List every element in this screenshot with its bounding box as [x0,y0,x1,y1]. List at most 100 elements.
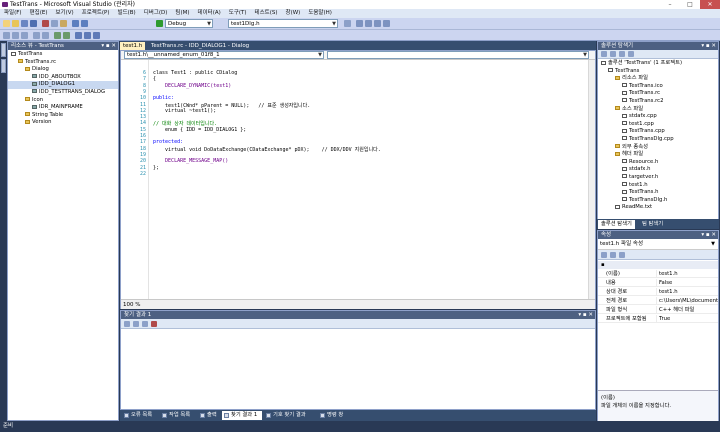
refresh-icon[interactable] [619,51,625,57]
uncomment-icon[interactable] [63,32,70,39]
menu-file[interactable]: 파일(F) [0,9,26,18]
tree-item[interactable]: TestTrans.cpp [598,128,718,136]
configuration-combo[interactable]: Debug ▼ [165,19,213,28]
properties-window-icon[interactable] [365,20,372,27]
menu-build[interactable]: 빌드(B) [114,9,140,18]
code-editor[interactable]: test1.h\__unnamed_enum_01f8_1 ▼ ▼ 6 7 8 9 10 1… [120,50,596,309]
tree-item[interactable]: TestTrans [8,51,118,59]
go-to-location-icon[interactable] [124,321,130,327]
next-location-icon[interactable] [142,321,148,327]
code-line[interactable]: }; [153,165,159,171]
clear-all-icon[interactable] [151,321,157,327]
tree-item[interactable]: IDD_DIALOG1 [8,81,118,89]
toolbox-tab[interactable] [1,59,6,73]
redo-icon[interactable] [81,20,88,27]
menu-team[interactable]: 팀(M) [171,9,193,18]
minimize-button[interactable]: – [660,0,680,9]
increase-indent-icon[interactable] [42,32,49,39]
maximize-button[interactable]: □ [680,0,700,9]
tree-item[interactable]: test1.cpp [598,121,718,129]
tree-item[interactable]: 솔루션 'TestTrans' (1 프로젝트) [598,60,718,68]
tab-find-results-1[interactable]: 찾기 결과 1 [222,411,262,420]
tree-item[interactable]: 소스 파일 [598,106,718,114]
tree-item[interactable]: Dialog [8,66,118,74]
save-all-icon[interactable] [30,20,37,27]
member-combo[interactable]: ▼ [327,51,589,59]
solution-explorer-icon[interactable] [356,20,363,27]
tab-output[interactable]: 출력 [198,411,220,420]
close-button[interactable]: ✕ [700,0,720,9]
property-category-misc[interactable]: ▪ [598,261,718,269]
previous-bookmark-icon[interactable] [84,32,91,39]
code-line[interactable]: DECLARE_MESSAGE_MAP() [153,158,228,164]
categorized-icon[interactable] [601,252,607,258]
tab-find-symbol-results[interactable]: 기호 찾기 결과 [264,411,316,420]
tree-item[interactable]: TestTransDlg.h [598,197,718,205]
code-line[interactable]: DECLARE_DYNAMIC(test1) [153,83,231,89]
tree-item[interactable]: 헤더 파일 [598,151,718,159]
menu-edit[interactable]: 편집(E) [26,9,52,18]
menu-help[interactable]: 도움말(H) [304,9,336,18]
save-icon[interactable] [21,20,28,27]
find-in-files-icon[interactable] [344,20,351,27]
view-class-diagram-icon[interactable] [628,51,634,57]
property-value[interactable]: True [656,315,718,323]
show-all-files-icon[interactable] [610,51,616,57]
tab-solution-explorer[interactable]: 솔루션 탐색기 [598,220,635,229]
tree-item[interactable]: String Table [8,112,118,120]
properties-object-selector[interactable]: test1.h 파일 속성 ▼ [598,239,718,250]
pane-buttons[interactable]: ▾ ▪ ✕ [578,311,593,319]
alphabetical-icon[interactable] [610,252,616,258]
menu-tools[interactable]: 도구(T) [225,9,251,18]
property-row[interactable]: 상대 경로 test1.h [598,288,718,296]
code-line[interactable]: class Test1 : public CDialog [153,70,237,76]
property-value[interactable]: C++ 헤더 파일 [656,306,718,314]
paste-icon[interactable] [60,20,67,27]
previous-location-icon[interactable] [133,321,139,327]
property-row[interactable]: 프로젝트에 포함됨 True [598,315,718,323]
menu-debug[interactable]: 디버그(D) [140,9,172,18]
tree-item[interactable]: IDR_MAINFRAME [8,104,118,112]
tree-item[interactable]: targetver.h [598,174,718,182]
tree-item[interactable]: TestTrans.rc [8,59,118,67]
menu-view[interactable]: 보기(V) [51,9,77,18]
property-row[interactable]: 내용 False [598,279,718,287]
pane-buttons[interactable]: ▾ ▪ ✕ [701,42,716,50]
code-line[interactable]: enum { IDD = IDD_DIALOG1 }; [153,127,246,133]
start-debugging-icon[interactable] [156,20,163,27]
code-line[interactable]: virtual ~test1(); [153,108,216,114]
find-combo[interactable]: test1Dlg.h ▼ [228,19,338,28]
tab-task-list[interactable]: 작업 목록 [160,411,196,420]
class-view-icon[interactable] [383,20,390,27]
code-line[interactable]: public: [153,95,174,101]
tree-item[interactable]: TestTrans.h [598,189,718,197]
next-bookmark-icon[interactable] [93,32,100,39]
pane-buttons[interactable]: ▾ ▪ ✕ [701,231,716,239]
open-file-icon[interactable] [12,20,19,27]
quick-info-icon[interactable] [21,32,28,39]
tab-testtrans-rc[interactable]: TestTrans.rc - IDD_DIALOG1 - Dialog [148,42,252,50]
menu-project[interactable]: 프로젝트(P) [78,9,114,18]
list-members-icon[interactable] [3,32,10,39]
property-value[interactable]: c:\Users\ML\documents [656,297,718,305]
scope-combo[interactable]: test1.h\__unnamed_enum_01f8_1 ▼ [124,51,324,59]
tree-item[interactable]: TestTrans.rc2 [598,98,718,106]
new-project-icon[interactable] [3,20,10,27]
tree-item[interactable]: IDD_TESTTRANS_DIALOG [8,89,118,97]
cut-icon[interactable] [42,20,49,27]
tab-team-explorer[interactable]: 팀 탐색기 [639,220,666,229]
pane-buttons[interactable]: ▾ ▪ ✕ [101,42,116,50]
server-explorer-tab[interactable] [1,43,6,57]
property-pages-icon[interactable] [619,252,625,258]
property-row[interactable]: 전체 경로 c:\Users\ML\documents [598,297,718,305]
property-value[interactable]: test1.h [656,270,718,278]
property-value[interactable]: test1.h [656,288,718,296]
property-row[interactable]: 파일 형식 C++ 헤더 파일 [598,306,718,314]
menu-window[interactable]: 창(W) [282,9,305,18]
tab-command-window[interactable]: 명령 창 [318,411,352,420]
tree-item[interactable]: ReadMe.txt [598,204,718,212]
tree-item[interactable]: TestTransDlg.cpp [598,136,718,144]
undo-icon[interactable] [72,20,79,27]
tree-item[interactable]: 리소스 파일 [598,75,718,83]
properties-icon[interactable] [601,51,607,57]
